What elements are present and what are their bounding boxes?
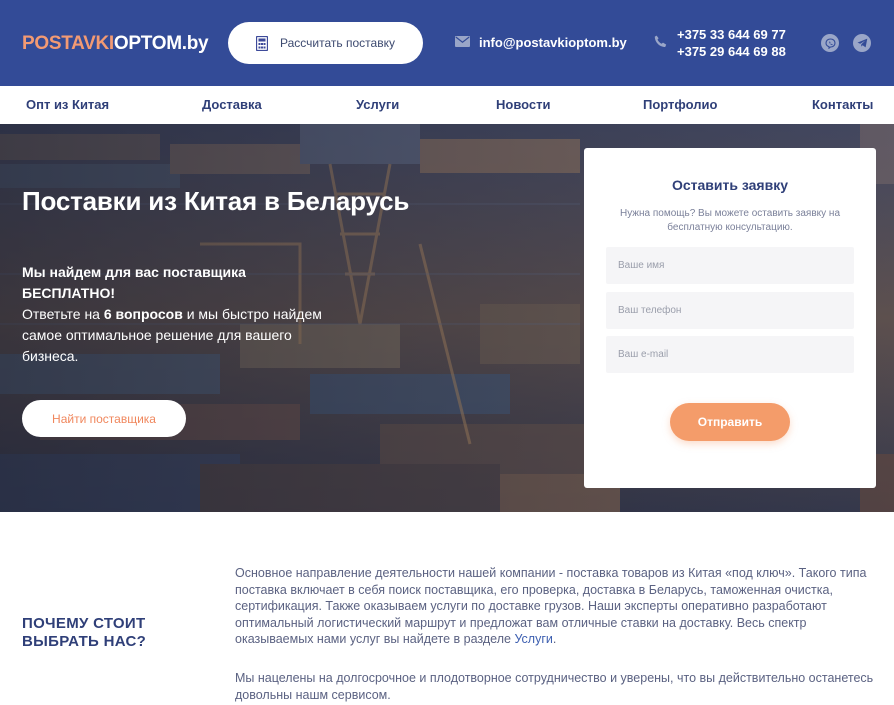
why-us-heading-line-2: ВЫБРАТЬ НАС? (22, 633, 147, 650)
phone-number-1[interactable]: +375 33 644 69 77 (677, 26, 786, 43)
nav-item-news[interactable]: Новости (496, 97, 551, 112)
form-subtitle: Нужна помощь? Вы можете оставить заявку … (619, 208, 841, 233)
name-field[interactable] (606, 247, 854, 284)
email-text: info@postavkioptom.by (479, 35, 627, 50)
envelope-icon (455, 35, 470, 50)
logo-part-2: OPTOM.by (113, 33, 209, 54)
hero-description: Мы найдем для вас поставщика БЕСПЛАТНО! … (22, 262, 322, 367)
top-header: POSTAVKIOPTOM.by Рассчитать поставку inf… (0, 0, 894, 86)
email-field[interactable] (606, 336, 854, 373)
nav-item-contacts[interactable]: Контакты (812, 97, 873, 112)
nav-item-portfolio[interactable]: Портфолио (643, 97, 717, 112)
calculate-delivery-button[interactable]: Рассчитать поставку (228, 22, 423, 64)
services-link[interactable]: Услуги (514, 632, 552, 646)
hero-text-bold: 6 вопросов (103, 306, 183, 322)
request-form: Оставить заявку Нужна помощь? Вы можете … (584, 148, 876, 488)
nav-item-services[interactable]: Услуги (356, 97, 399, 112)
about-paragraph-2: Мы нацелены на долгосрочное и плодотворн… (235, 671, 874, 702)
main-nav: Опт из Китая Доставка Услуги Новости Пор… (0, 86, 894, 124)
phone-icon (654, 35, 667, 53)
email-link[interactable]: info@postavkioptom.by (455, 35, 627, 50)
viber-icon[interactable] (821, 34, 839, 52)
hero-lead: Мы найдем для вас поставщика БЕСПЛАТНО! (22, 264, 246, 301)
phone-number-2[interactable]: +375 29 644 69 88 (677, 43, 786, 60)
calculator-icon (256, 35, 269, 51)
find-supplier-button[interactable]: Найти поставщика (22, 400, 186, 437)
phone-block: +375 33 644 69 77 +375 29 644 69 88 (654, 26, 786, 60)
calculate-delivery-label: Рассчитать поставку (280, 36, 395, 50)
why-us-heading-line-1: ПОЧЕМУ СТОИТ (22, 615, 146, 632)
form-title: Оставить заявку (671, 177, 788, 193)
nav-item-delivery[interactable]: Доставка (202, 97, 262, 112)
submit-button[interactable]: Отправить (670, 403, 790, 441)
why-us-heading: ПОЧЕМУ СТОИТ ВЫБРАТЬ НАС? (22, 615, 146, 651)
logo[interactable]: POSTAVKIOPTOM.by (22, 33, 209, 55)
telegram-icon[interactable] (853, 34, 871, 52)
hero-section: Поставки из Китая в Беларусь Мы найдем д… (0, 124, 894, 512)
about-paragraph-1: Основное направление деятельности нашей … (235, 566, 867, 646)
hero-title: Поставки из Китая в Беларусь (22, 186, 410, 216)
hero-text-before: Ответьте на (22, 306, 100, 322)
logo-part-1: POSTAVKI (22, 33, 114, 54)
phone-field[interactable] (606, 292, 854, 329)
nav-item-opt-china[interactable]: Опт из Китая (26, 97, 109, 112)
